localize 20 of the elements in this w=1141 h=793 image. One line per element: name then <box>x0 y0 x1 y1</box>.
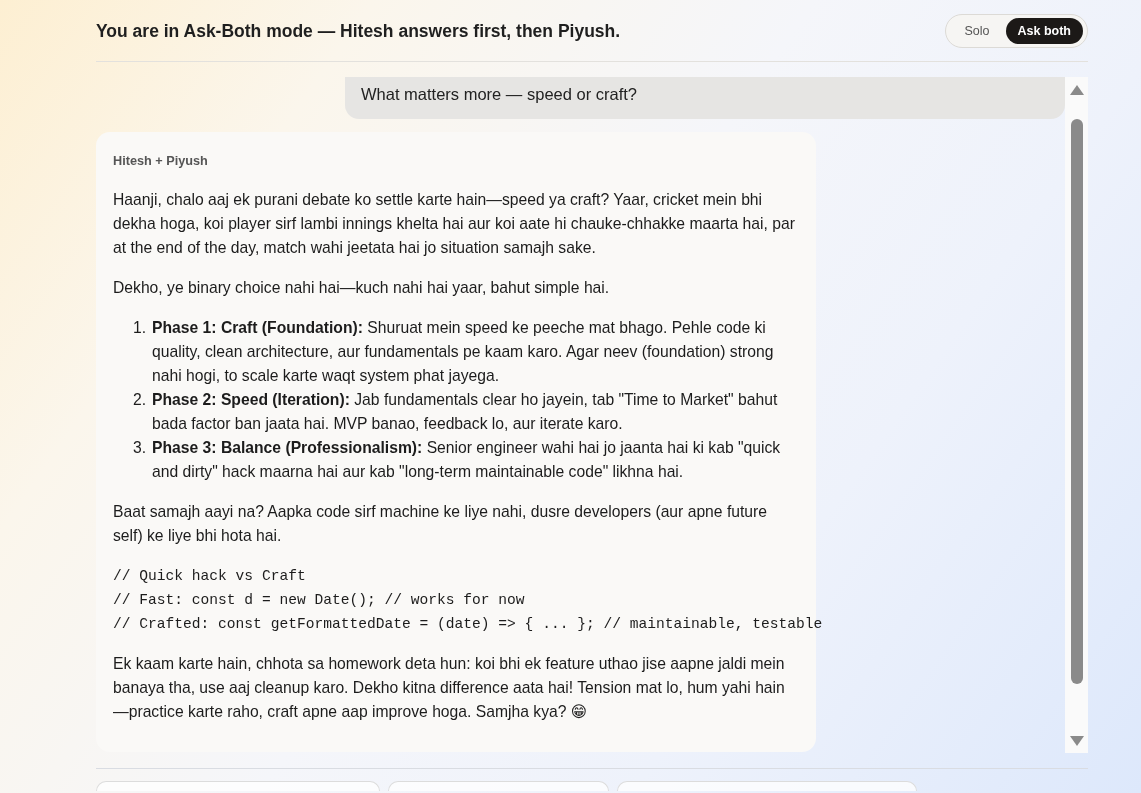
scroll-down-arrow-icon[interactable] <box>1069 736 1084 746</box>
scrollbar-track[interactable] <box>1065 77 1088 753</box>
user-message-bubble: What matters more — speed or craft? <box>345 77 1065 119</box>
list-item-text: Phase 1: Craft (Foundation): Shuruat mein speed ke peeche mat bhago. Pehle code ki quality, clean architecture, aur fundamentals pe kaam karo. Agar neev (foundation) strong nahi hogi, to scale karte waqt system phat jayega. <box>152 318 775 386</box>
message-paragraph: Haanji, chalo aaj ek purani debate ko settle karte hain—speed ya craft? Yaar, cricket mein bhi dekha hoga, koi player sirf lambi innings khelta hai aur koi aate hi chauke-chhakke maarta hai, par at the end of the day, match wahi jeetata hai jo situation samajh sake. <box>113 190 796 258</box>
scrollbar-thumb[interactable] <box>1070 119 1083 684</box>
mode-option[interactable]: Solo <box>952 17 1002 44</box>
code-text: // Quick hack vs Craft // Fast: const d = new Date(); // works for now // Crafted: const getFormattedDate = (date) => { ... }; // maintainable, testable <box>113 567 823 634</box>
message-paragraph: Dekho, ye binary choice nahi hai—kuch nahi hai yaar, bahut simple hai. <box>113 278 611 298</box>
list-item-text: Phase 2: Speed (Iteration): Jab fundamentals clear ho jayein, tab "Time to Market" bahut bada factor ban jaata hai. MVP banao, feedback lo, aur iterate karo. <box>152 390 779 434</box>
message-paragraph: Baat samajh aayi na? Aapka code sirf machine ke liye nahi, dusre developers (aur apne future self) ke liye bhi hota hai. <box>113 502 769 546</box>
scroll-up-arrow-icon[interactable] <box>1069 85 1084 95</box>
list-number: 2. <box>133 390 148 410</box>
message-paragraph: Ek kaam karte hain, chhota sa homework deta hun: koi bhi ek feature uthao jise aapne jaldi mein banaya tha, use aaj cleanup karo. Dekho kitna difference aata hai! Tension mat lo, hum yahi hain—practice karte raho, craft apne aap improve hoga. Samjha kya? 😁 <box>113 654 786 722</box>
list-number: 3. <box>133 438 148 458</box>
list-item-text: Phase 3: Balance (Professionalism): Senior engineer wahi hai jo jaanta hai ki kab "quick and dirty" hack maarna hai aur kab "long-term maintainable code" likhna hai. <box>152 438 782 482</box>
list-number: 1. <box>133 318 148 338</box>
mode-banner-title: You are in Ask-Both mode — Hitesh answers first, then Piyush. <box>96 19 621 42</box>
mode-option[interactable]: Ask both <box>1005 17 1083 44</box>
author-label: Hitesh + Piyush <box>113 153 208 169</box>
